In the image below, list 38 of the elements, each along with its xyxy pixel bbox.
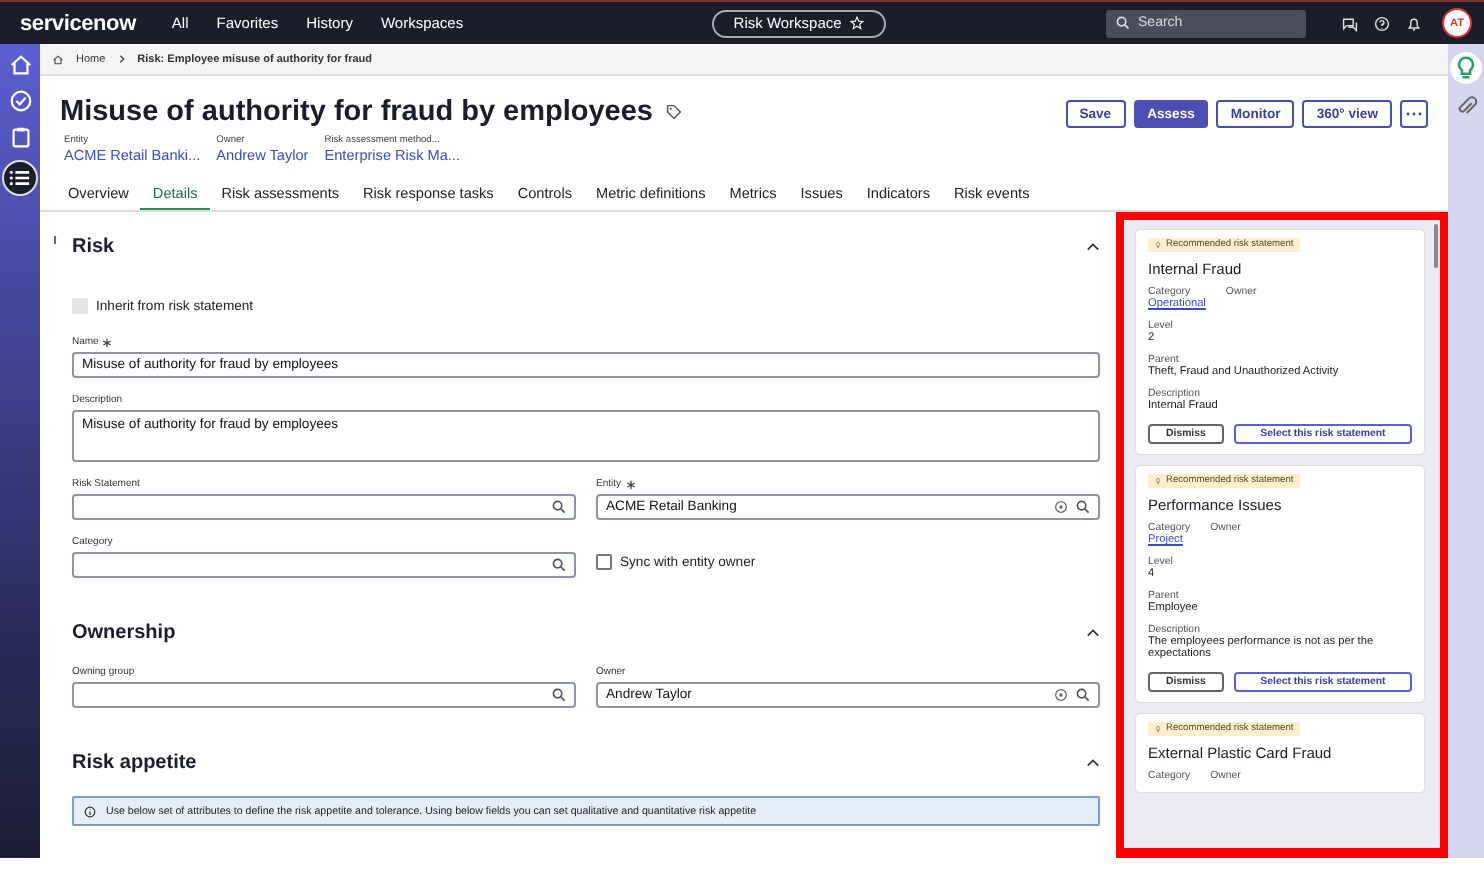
bell-icon[interactable] [1406,15,1423,31]
help-icon[interactable] [1374,15,1391,31]
list-icon[interactable] [2,160,38,196]
checkbox[interactable] [596,554,612,570]
search-icon[interactable] [552,558,566,572]
star-icon[interactable] [849,16,864,30]
search-icon[interactable] [552,500,566,514]
preview-icon[interactable] [1054,688,1068,702]
preview-icon[interactable] [1054,500,1068,514]
paperclip-icon[interactable] [1453,94,1479,120]
lightbulb-icon [1154,476,1162,486]
tag-icon[interactable] [665,104,681,120]
lightbulb-icon [1154,240,1162,250]
scrollbar [1434,224,1438,268]
logo[interactable]: servicenow [20,11,136,35]
home-icon[interactable] [52,53,64,65]
chevron-up-icon[interactable] [1086,627,1100,637]
chevron-up-icon[interactable] [1086,757,1100,767]
lightbulb-icon [1154,724,1162,734]
input-field[interactable] [72,552,576,578]
clipboard-icon[interactable] [7,124,33,150]
section-title: Risk [72,235,115,257]
more-button[interactable] [1400,100,1428,128]
search-icon[interactable] [1076,688,1090,702]
section-title: Ownership [72,621,176,643]
search-icon[interactable] [552,688,566,702]
search-icon[interactable] [1076,500,1090,514]
input-field[interactable] [72,682,576,708]
input-field[interactable] [72,494,576,520]
chevron-right-icon [117,54,126,64]
record-title: Misuse of authority for fraud by employees [60,96,653,128]
search-icon [1116,16,1131,30]
section-title: Risk appetite [72,751,197,773]
lightbulb-icon[interactable] [1450,52,1482,84]
chevron-up-icon[interactable] [1086,241,1100,251]
info-icon [84,805,96,817]
check-circle-icon[interactable] [7,88,33,114]
chat-icon[interactable] [1342,15,1359,31]
